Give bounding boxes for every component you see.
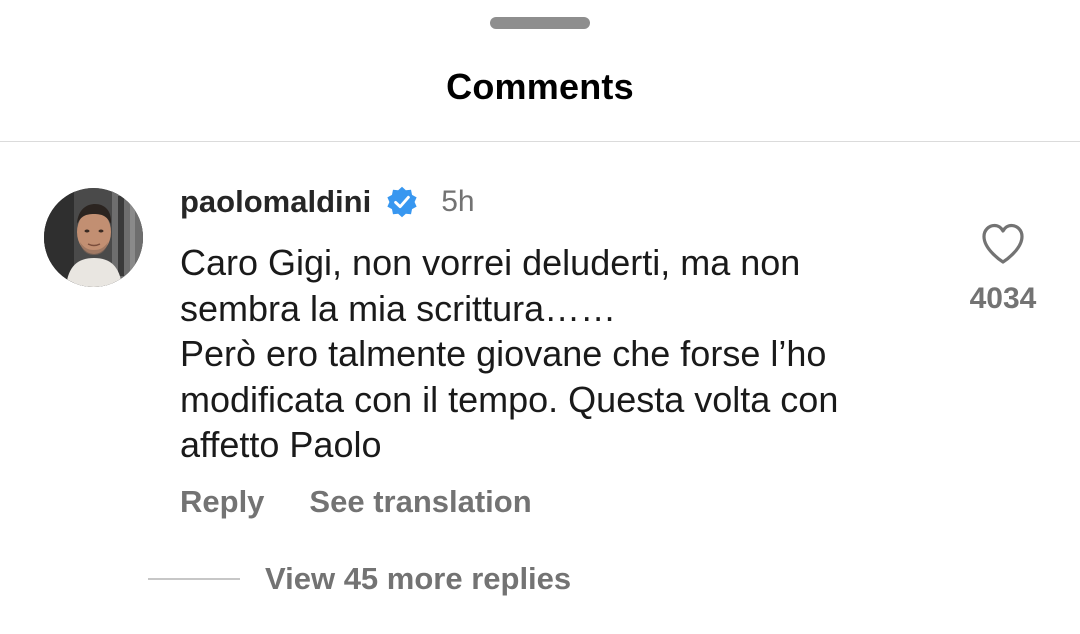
username[interactable]: paolomaldini bbox=[180, 184, 371, 220]
comments-sheet: Comments paolomaldini 5h Caro Gigi, non … bbox=[0, 0, 1080, 634]
view-replies-button[interactable]: View 45 more replies bbox=[265, 561, 571, 597]
verified-badge-icon bbox=[387, 186, 417, 218]
avatar[interactable] bbox=[44, 188, 143, 287]
comment-timestamp: 5h bbox=[441, 185, 475, 218]
see-translation-button[interactable]: See translation bbox=[309, 484, 531, 520]
comment-header: paolomaldini 5h bbox=[180, 182, 475, 222]
heart-outline-icon[interactable] bbox=[980, 222, 1026, 266]
sheet-title: Comments bbox=[446, 66, 634, 107]
like-count: 4034 bbox=[969, 282, 1037, 315]
reply-button[interactable]: Reply bbox=[180, 484, 264, 520]
replies-divider-line bbox=[148, 578, 240, 580]
comment-text: Caro Gigi, non vorrei deluderti, ma non … bbox=[180, 242, 839, 465]
avatar-photo bbox=[44, 188, 143, 287]
comment-actions: Reply See translation bbox=[180, 484, 532, 520]
header-divider bbox=[0, 141, 1080, 142]
drag-handle-icon[interactable] bbox=[490, 17, 590, 29]
